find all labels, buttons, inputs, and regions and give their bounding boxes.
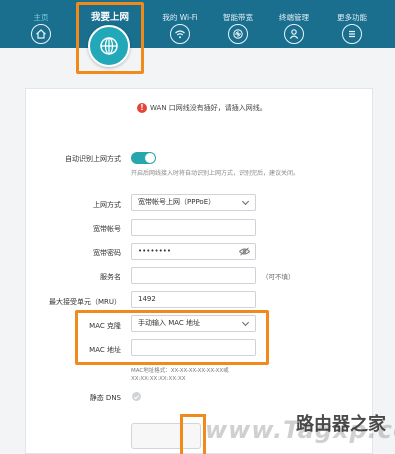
auto-detect-label: 自动识别上网方式 bbox=[65, 155, 121, 163]
user-icon bbox=[284, 24, 304, 44]
settings-card: ! WAN 口网线没有插好，请插入网线。 自动识别上网方式 开启后网线接入时将自动… bbox=[25, 88, 373, 454]
mac-clone-label: MAC 克隆 bbox=[89, 322, 121, 330]
bandwidth-icon bbox=[228, 24, 248, 44]
mode-value: 宽带帐号上网（PPPoE） bbox=[138, 198, 216, 206]
eye-hidden-icon[interactable] bbox=[238, 247, 251, 256]
menu-icon bbox=[342, 24, 362, 44]
mac-format-hint: MAC地址格式：XX-XX-XX-XX-XX-XX或XX:XX:XX:XX:XX… bbox=[131, 368, 229, 382]
save-highlight bbox=[180, 414, 206, 454]
nav-home[interactable]: 主页 bbox=[17, 0, 65, 44]
static-dns-checkbox[interactable] bbox=[132, 392, 141, 401]
service-label: 服务名 bbox=[100, 273, 121, 281]
password-value: •••••••• bbox=[138, 247, 172, 255]
watermark-site: 路由器之家 bbox=[296, 414, 386, 435]
nav-more-label: 更多功能 bbox=[337, 13, 367, 22]
auto-detect-hint: 开启后网线接入时将自动识别上网方式，识别完后，建议关闭。 bbox=[131, 170, 300, 177]
nav-internet-label: 我要上网 bbox=[90, 12, 129, 23]
service-input[interactable] bbox=[131, 267, 256, 284]
account-input[interactable] bbox=[131, 219, 256, 236]
mode-label: 上网方式 bbox=[93, 201, 121, 209]
alert-icon: ! bbox=[137, 103, 147, 113]
nav-home-label: 主页 bbox=[33, 13, 49, 22]
warning-text: WAN 口网线没有插好，请插入网线。 bbox=[150, 104, 267, 112]
password-input[interactable]: •••••••• bbox=[131, 243, 256, 260]
mac-clone-value: 手动输入 MAC 地址 bbox=[138, 319, 201, 327]
nav-devices[interactable]: 终端管理 bbox=[270, 0, 318, 44]
mode-select[interactable]: 宽带帐号上网（PPPoE） bbox=[131, 194, 256, 211]
password-label: 宽带密码 bbox=[93, 249, 121, 257]
globe-icon bbox=[88, 25, 130, 67]
home-icon bbox=[31, 24, 51, 44]
top-nav: 主页 我要上网 我的 Wi-Fi 智能带宽 终端管理 更多功能 bbox=[0, 0, 395, 74]
mtu-input[interactable]: 1492 bbox=[131, 291, 256, 308]
nav-wifi-label: 我的 Wi-Fi bbox=[162, 13, 198, 22]
account-label: 宽带帐号 bbox=[93, 225, 121, 233]
service-optional-note: （可不填） bbox=[262, 273, 295, 281]
nav-bandwidth[interactable]: 智能带宽 bbox=[214, 0, 262, 44]
nav-wifi[interactable]: 我的 Wi-Fi bbox=[156, 0, 204, 44]
toggle-knob bbox=[145, 153, 155, 163]
mtu-label: 最大接受单元（MRU） bbox=[48, 298, 121, 306]
mac-clone-select[interactable]: 手动输入 MAC 地址 bbox=[131, 315, 256, 332]
nav-devices-label: 终端管理 bbox=[279, 13, 309, 22]
mac-address-label: MAC 地址 bbox=[89, 346, 121, 354]
wifi-icon bbox=[170, 24, 190, 44]
warning-message: ! WAN 口网线没有插好，请插入网线。 bbox=[137, 103, 267, 113]
nav-bandwidth-label: 智能带宽 bbox=[223, 13, 253, 22]
nav-more[interactable]: 更多功能 bbox=[328, 0, 376, 44]
mac-address-input[interactable] bbox=[131, 339, 256, 356]
static-dns-label: 静态 DNS bbox=[89, 394, 121, 402]
mtu-value: 1492 bbox=[138, 295, 156, 303]
nav-internet[interactable]: 我要上网 bbox=[76, 2, 144, 74]
auto-detect-toggle[interactable] bbox=[131, 152, 156, 164]
